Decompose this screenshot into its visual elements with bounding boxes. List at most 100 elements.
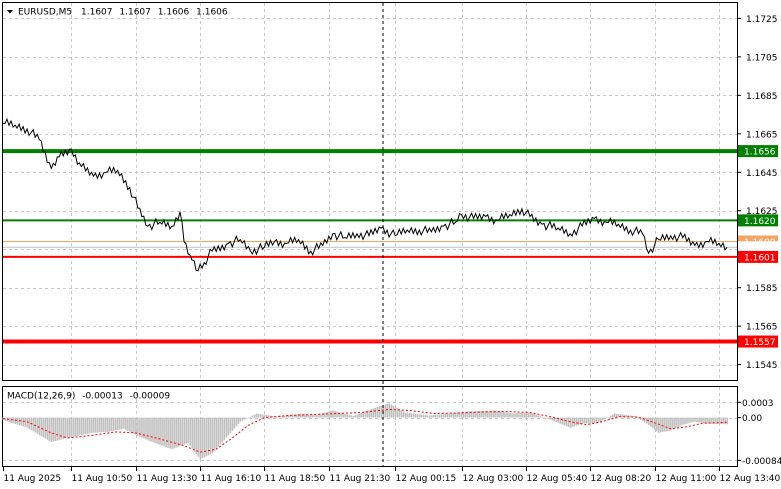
macd-bar: [26, 417, 29, 428]
macd-bar: [446, 413, 449, 418]
macd-bar: [205, 417, 208, 457]
macd-bar: [235, 417, 238, 427]
macd-bar: [360, 412, 362, 418]
macd-bar: [565, 417, 568, 427]
macd-bar: [519, 413, 521, 418]
macd-bar: [22, 417, 25, 427]
macd-bar: [404, 412, 407, 418]
macd-bar: [348, 414, 350, 418]
y-tick-label: 1.1725: [746, 15, 778, 25]
macd-bar: [56, 417, 59, 441]
macd-bar: [287, 415, 290, 418]
macd-bar: [515, 413, 517, 418]
macd-bar: [388, 403, 391, 418]
x-tick-label: 11 Aug 18:50: [265, 474, 326, 484]
macd-bar: [505, 412, 507, 418]
y-tick-label: 0.0003: [742, 399, 774, 409]
macd-bar: [213, 417, 216, 452]
macd-bar: [324, 412, 326, 418]
x-tick-label: 11 Aug 16:10: [201, 474, 262, 484]
macd-bar: [233, 417, 236, 429]
macd-bar: [694, 417, 696, 422]
y-tick-label: 1.1545: [746, 361, 778, 371]
macd-bar: [207, 417, 210, 456]
macd-bar: [123, 417, 125, 429]
macd-bar: [135, 417, 137, 435]
macd-bar: [223, 417, 226, 440]
macd-bar: [722, 417, 724, 425]
macd-bar: [561, 417, 564, 425]
macd-bar: [181, 417, 183, 446]
macd-bar: [684, 417, 686, 425]
macd-bar: [583, 417, 586, 424]
x-tick-label: 12 Aug 05:40: [527, 474, 588, 484]
macd-bar: [38, 417, 41, 435]
macd-bar: [625, 415, 628, 418]
macd-bar: [696, 417, 698, 422]
macd-bar: [599, 417, 602, 422]
macd-bar: [587, 417, 590, 424]
macd-bar: [72, 417, 75, 437]
macd-bar: [656, 417, 658, 432]
macd-bar: [251, 415, 254, 418]
x-tick-label: 12 Aug 08:20: [591, 474, 652, 484]
open-value: 1.1607: [81, 8, 113, 18]
macd-bar: [513, 413, 515, 418]
close-value: 1.1606: [196, 8, 228, 18]
macd-bar: [153, 417, 155, 443]
macd-bar: [42, 417, 45, 438]
macd-bar: [720, 417, 722, 425]
macd-bar: [647, 417, 650, 426]
macd-bar: [66, 417, 69, 438]
macd-bar: [328, 411, 330, 418]
macd-bar: [408, 412, 411, 418]
macd-bar: [165, 417, 167, 448]
y-tick-label: 0.00: [742, 414, 762, 424]
macd-bar: [551, 417, 554, 421]
macd-bar: [82, 417, 85, 435]
macd-bar: [563, 417, 566, 426]
macd-bar: [298, 413, 300, 418]
macd-bar: [119, 417, 121, 430]
macd-bar: [420, 414, 423, 418]
macd-bar: [98, 417, 101, 433]
macd-bar: [517, 413, 519, 418]
macd-bar: [104, 417, 107, 432]
macd-bar: [336, 411, 338, 418]
macd-value: -0.00013: [82, 392, 122, 402]
macd-bar: [406, 412, 409, 418]
macd-bar: [113, 417, 115, 431]
macd-bar: [621, 414, 624, 418]
macd-axis: 0.0003 0.00 -0.00084: [737, 399, 781, 467]
macd-bar: [147, 417, 149, 441]
macd-bar: [219, 417, 222, 445]
macd-bar: [376, 407, 379, 418]
macd-bar: [537, 415, 539, 418]
macd-bar: [151, 417, 153, 442]
macd-bar: [358, 413, 360, 418]
macd-bar: [161, 417, 163, 446]
macd-bar: [58, 417, 61, 441]
macd-bar: [90, 417, 93, 433]
macd-bar: [426, 415, 429, 418]
macd-bar: [100, 417, 103, 433]
macd-bar: [601, 417, 604, 421]
time-axis: 11 Aug 2025 11 Aug 10:50 11 Aug 13:30 11 Au…: [3, 467, 780, 484]
macd-bar: [641, 417, 644, 422]
level-label: 1.1620: [744, 217, 776, 227]
macd-bar: [617, 414, 620, 418]
macd-bar: [68, 417, 71, 438]
macd-bar: [607, 416, 610, 418]
macd-bar: [300, 413, 302, 418]
macd-bar: [263, 414, 266, 418]
macd-bar: [189, 417, 192, 446]
macd-bar: [454, 412, 457, 418]
macd-bar: [334, 411, 336, 418]
macd-bar: [155, 417, 157, 444]
macd-bar: [374, 407, 377, 418]
y-tick-label: 1.1705: [746, 53, 778, 63]
level-label: 1.1656: [744, 148, 776, 158]
macd-bar: [209, 417, 212, 455]
trading-chart[interactable]: 1.17251.17051.16851.16651.16451.16251.16…: [0, 0, 781, 489]
macd-bar: [418, 414, 421, 418]
